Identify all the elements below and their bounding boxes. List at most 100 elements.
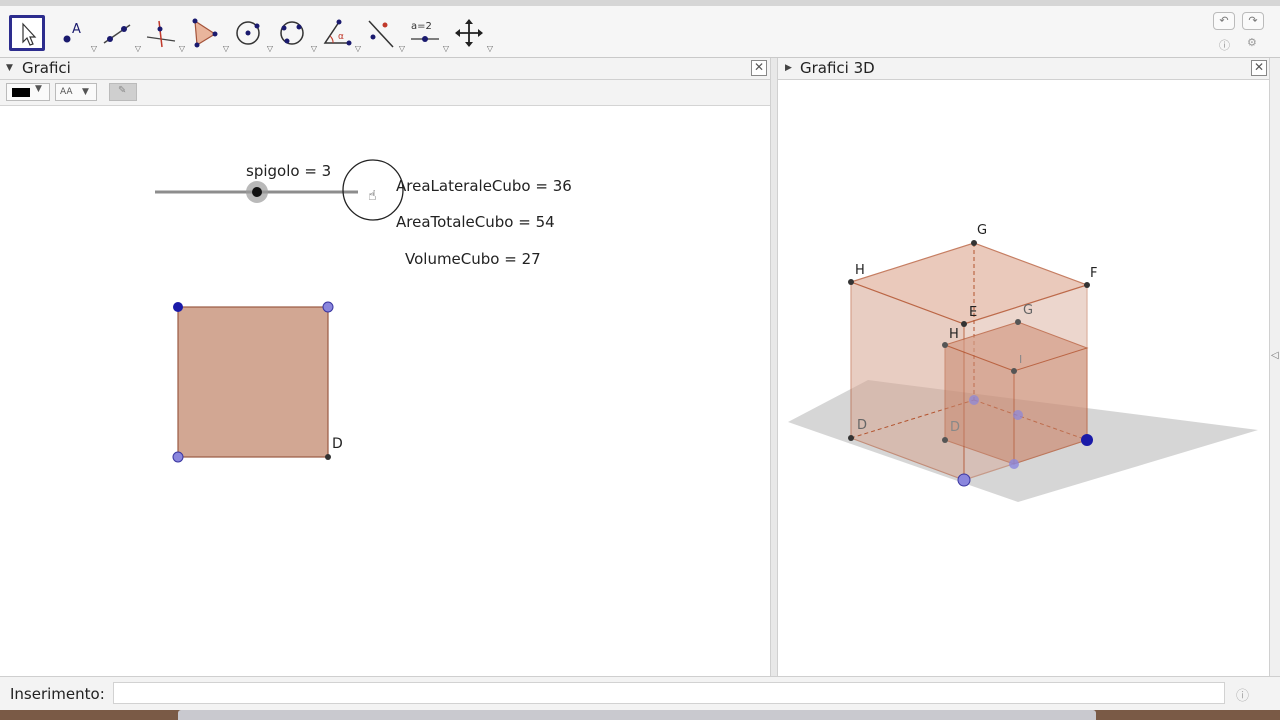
input-bar: Inserimento: ⓘ xyxy=(0,676,1280,710)
vertex-label-g: G xyxy=(977,223,988,238)
redo-icon: ↷ xyxy=(1248,14,1258,27)
square-vertex-point[interactable] xyxy=(172,451,184,463)
cube-vertex-point[interactable] xyxy=(942,437,948,443)
base-point[interactable] xyxy=(1081,434,1093,446)
toolbar: A ▽ ▽ ▽ ▽ ▽ ▽ α ▽ ▽ a=2 ▽ ▽ ↶ ↷ ⓘ ⚙ xyxy=(0,0,1280,58)
cube-vertex-point[interactable] xyxy=(971,240,977,246)
square-polygon[interactable] xyxy=(177,306,329,458)
color-picker-button[interactable]: ▼ xyxy=(6,83,50,101)
close-icon: ✕ xyxy=(753,60,765,74)
vertex-label-i-inner: I xyxy=(1019,353,1023,366)
base-point[interactable] xyxy=(1013,410,1023,420)
vertex-label-d-inner: D xyxy=(950,420,961,435)
vertex-label-g-inner: G xyxy=(1023,303,1034,318)
dropdown-triangle-icon: ▽ xyxy=(354,44,361,53)
cube-vertex-point[interactable] xyxy=(1084,282,1090,288)
slider-knob[interactable] xyxy=(252,187,262,197)
vertex-label-d-left: D xyxy=(857,418,868,433)
line-icon xyxy=(103,24,131,44)
line-tool-button[interactable]: ▽ xyxy=(99,15,141,53)
graphics-view[interactable]: spigolo = 3 ☝ AreaLateraleCubo = 36 Area… xyxy=(0,106,770,676)
redo-button[interactable]: ↷ xyxy=(1242,12,1264,30)
conic-icon xyxy=(280,21,304,45)
dock-bar xyxy=(178,710,1096,720)
close-graphics-button[interactable]: ✕ xyxy=(751,60,767,76)
input-help-icon[interactable]: ⓘ xyxy=(1236,685,1249,704)
close-icon: ✕ xyxy=(1253,60,1265,74)
vertex-label-h: H xyxy=(855,263,865,278)
circle-tool-button[interactable]: ▽ xyxy=(231,15,273,53)
square-vertex-point-d[interactable] xyxy=(325,454,331,460)
conic-tool-button[interactable]: ▽ xyxy=(275,15,317,53)
graphics-stylebar: ▼ AA ▼ ✎ xyxy=(0,80,770,106)
reflect-tool-button[interactable]: ▽ xyxy=(363,15,405,53)
polygon-tool-button[interactable]: ▽ xyxy=(187,15,229,53)
vertex-label-d: D xyxy=(332,436,343,452)
cube-vertex-point[interactable] xyxy=(1015,319,1021,325)
polygon-icon xyxy=(192,18,218,48)
slider-tool-icon: a=2 xyxy=(411,21,439,42)
pin-button[interactable]: ✎ xyxy=(109,83,137,101)
settings-icon[interactable]: ⚙ xyxy=(1247,36,1257,49)
graphics-canvas xyxy=(155,159,404,463)
vertex-label-h-inner: H xyxy=(949,327,959,342)
close-graphics3d-button[interactable]: ✕ xyxy=(1251,60,1267,76)
collapse-triangle-icon[interactable]: ▼ xyxy=(6,58,13,79)
panel-divider[interactable] xyxy=(770,58,778,676)
square-vertex-point[interactable] xyxy=(173,302,183,312)
point-tool-button[interactable]: A ▽ xyxy=(55,15,97,53)
cube-vertex-point[interactable] xyxy=(961,321,967,327)
side-panel-strip[interactable]: ◁ xyxy=(1269,58,1280,676)
pin-icon: ✎ xyxy=(118,85,127,96)
graphics3d-canvas xyxy=(788,240,1258,502)
svg-text:a=2: a=2 xyxy=(411,21,432,32)
text-size-icon: AA xyxy=(60,87,73,97)
point-icon: A xyxy=(63,22,81,43)
angle-tool-button[interactable]: α ▽ xyxy=(319,15,361,53)
dropdown-triangle-icon: ▽ xyxy=(178,44,185,53)
volume-text[interactable]: VolumeCubo = 27 xyxy=(405,250,541,268)
graphics3d-panel-title: Grafici 3D xyxy=(800,59,875,77)
base-point[interactable] xyxy=(1009,459,1019,469)
graphics3d-panel-header: ▶ Grafici 3D ✕ xyxy=(778,58,1269,80)
graphics-panel-header: ▼ Grafici ✕ xyxy=(0,58,770,80)
chevron-down-icon: ▼ xyxy=(82,87,89,97)
vertex-label-f: F xyxy=(1090,266,1098,281)
undo-icon: ↶ xyxy=(1219,14,1229,27)
svg-text:α: α xyxy=(338,32,344,42)
square-vertex-point[interactable] xyxy=(322,301,334,313)
hand-cursor-icon: ☝ xyxy=(368,188,377,204)
move-arrow-icon xyxy=(22,22,37,46)
expand-triangle-icon[interactable]: ▶ xyxy=(785,58,792,79)
move-view-tool-button[interactable]: ▽ xyxy=(451,15,493,53)
graphics3d-view[interactable]: G H F E H G D D I xyxy=(778,80,1269,676)
dropdown-triangle-icon: ▽ xyxy=(310,44,317,53)
side-panel-toggle-icon[interactable]: ◁ xyxy=(1271,350,1279,361)
reflect-icon xyxy=(368,20,394,48)
undo-button[interactable]: ↶ xyxy=(1213,12,1235,30)
circle-icon xyxy=(236,21,260,45)
text-style-button[interactable]: AA ▼ xyxy=(55,83,97,101)
perpendicular-icon xyxy=(146,20,176,48)
base-point[interactable] xyxy=(957,473,971,487)
cube-vertex-point[interactable] xyxy=(1011,368,1017,374)
slider-tool-button[interactable]: a=2 ▽ xyxy=(407,15,449,53)
cube-vertex-point[interactable] xyxy=(942,342,948,348)
perpendicular-tool-button[interactable]: ▽ xyxy=(143,15,185,53)
cube-vertex-point[interactable] xyxy=(848,435,854,441)
dropdown-triangle-icon: ▽ xyxy=(486,44,493,53)
graphics-panel-title: Grafici xyxy=(22,59,71,77)
input-field[interactable] xyxy=(113,682,1225,704)
vertex-label-e: E xyxy=(969,305,978,320)
total-area-text[interactable]: AreaTotaleCubo = 54 xyxy=(396,213,555,231)
input-label: Inserimento: xyxy=(10,685,105,703)
base-point[interactable] xyxy=(969,395,979,405)
move-tool-button[interactable] xyxy=(9,15,45,51)
dropdown-triangle-icon: ▽ xyxy=(222,44,229,53)
dropdown-triangle-icon: ▽ xyxy=(266,44,273,53)
help-icon[interactable]: ⓘ xyxy=(1219,37,1230,53)
color-swatch xyxy=(12,88,30,97)
cube-vertex-point[interactable] xyxy=(848,279,854,285)
lateral-area-text[interactable]: AreaLateraleCubo = 36 xyxy=(396,177,572,195)
slider-label: spigolo = 3 xyxy=(246,162,332,180)
